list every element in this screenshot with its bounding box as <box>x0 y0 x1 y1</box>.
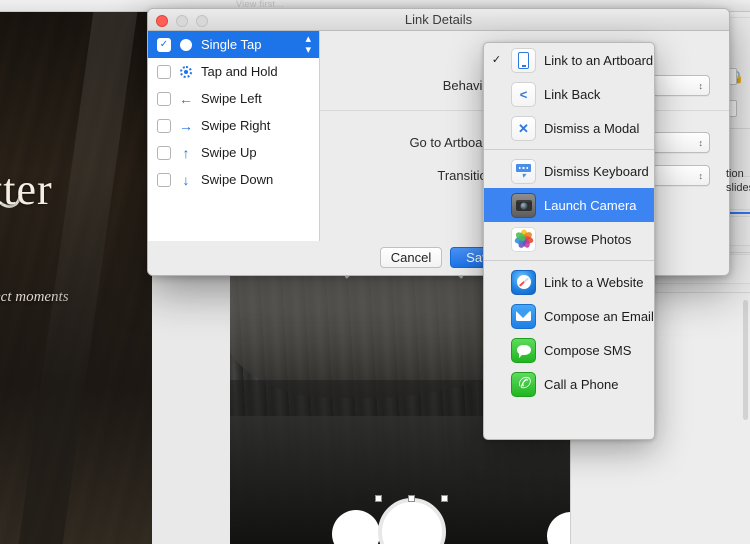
menu-item-label: Dismiss Keyboard <box>544 164 649 179</box>
messages-icon <box>511 338 536 363</box>
selection-handle[interactable] <box>375 495 382 502</box>
artboard-arc-shape <box>320 252 488 420</box>
menu-item-label: Dismiss a Modal <box>544 121 639 136</box>
gesture-checkbox[interactable] <box>157 146 171 160</box>
gesture-row-swipe-right[interactable]: → Swipe Right <box>148 112 319 139</box>
gesture-list: ✓ Single Tap ▴▾ Tap and Hold ← Swipe Lef… <box>148 31 320 241</box>
menu-item-label: Link to an Artboard <box>544 53 653 68</box>
dialog-title: Link Details <box>405 12 472 27</box>
menu-item-label: Link Back <box>544 87 600 102</box>
transition-label: Transition <box>320 168 500 183</box>
menu-item-dismiss-keyboard[interactable]: ▾ Dismiss Keyboard <box>484 154 654 188</box>
gesture-row-swipe-up[interactable]: ↑ Swipe Up <box>148 139 319 166</box>
gesture-row-tap-and-hold[interactable]: Tap and Hold <box>148 58 319 85</box>
arrow-up-icon: ↑ <box>171 146 201 160</box>
gesture-checkbox[interactable] <box>157 173 171 187</box>
cancel-button[interactable]: Cancel <box>380 247 442 268</box>
gesture-row-single-tap[interactable]: ✓ Single Tap ▴▾ <box>148 31 319 58</box>
menu-item-compose-an-email[interactable]: Compose an Email <box>484 299 654 333</box>
artboard-photo-left[interactable]: tter rfect moments <box>0 12 152 544</box>
photos-icon <box>511 227 536 252</box>
gesture-checkbox[interactable] <box>157 92 171 106</box>
menu-item-label: Call a Phone <box>544 377 618 392</box>
arrow-down-icon: ↓ <box>171 173 201 187</box>
gesture-label: Single Tap <box>201 37 305 52</box>
window-controls <box>156 15 208 27</box>
menu-item-link-to-a-website[interactable]: Link to a Website <box>484 265 654 299</box>
gesture-label: Swipe Right <box>201 118 319 133</box>
arrow-left-icon: ← <box>171 92 201 106</box>
gesture-label: Swipe Up <box>201 145 319 160</box>
minimize-button[interactable] <box>176 15 188 27</box>
left-photo-subline: rfect moments <box>0 289 69 306</box>
left-photo-headline: tter <box>0 164 53 215</box>
gesture-label: Swipe Down <box>201 172 319 187</box>
menu-item-label: Link to a Website <box>544 275 643 290</box>
arrow-right-icon: → <box>171 119 201 133</box>
gesture-stepper[interactable]: ▴▾ <box>305 34 311 56</box>
menu-item-link-to-an-artboard[interactable]: ✓ Link to an Artboard <box>484 43 654 77</box>
gesture-checkbox[interactable] <box>157 65 171 79</box>
inspector-text-fragment-2: tion <box>726 168 744 180</box>
menu-item-label: Launch Camera <box>544 198 637 213</box>
close-button[interactable] <box>156 15 168 27</box>
safari-icon <box>511 270 536 295</box>
camera-icon <box>511 193 536 218</box>
gesture-label: Swipe Left <box>201 91 319 106</box>
tap-dot-icon <box>171 39 201 51</box>
menu-item-compose-sms[interactable]: Compose SMS <box>484 333 654 367</box>
phone-call-icon <box>511 372 536 397</box>
chevron-left-icon: < <box>511 82 536 107</box>
gesture-checkbox[interactable] <box>157 119 171 133</box>
dialog-titlebar[interactable]: Link Details <box>148 9 729 31</box>
inspector-text-fragment-3: slides it in <box>726 182 750 194</box>
gesture-label: Tap and Hold <box>201 64 319 79</box>
mail-icon <box>511 304 536 329</box>
screen: tter rfect moments Position 157 🔒 <box>0 0 750 544</box>
tap-hold-dot-icon <box>171 66 201 78</box>
go-to-artboard-label: Go to Artboard <box>320 135 500 150</box>
chevron-updown-icon: ↕ <box>699 138 704 148</box>
menu-separator <box>484 149 654 150</box>
menu-item-label: Compose an Email <box>544 309 654 324</box>
menu-item-dismiss-a-modal[interactable]: ✕ Dismiss a Modal <box>484 111 654 145</box>
menu-item-launch-camera[interactable]: Launch Camera <box>484 188 654 222</box>
phone-artboard-icon <box>511 48 536 73</box>
gesture-checkbox[interactable]: ✓ <box>157 38 171 52</box>
maximize-button[interactable] <box>196 15 208 27</box>
menu-item-browse-photos[interactable]: Browse Photos <box>484 222 654 256</box>
selection-handle[interactable] <box>408 495 415 502</box>
gesture-row-swipe-down[interactable]: ↓ Swipe Down <box>148 166 319 193</box>
gesture-row-swipe-left[interactable]: ← Swipe Left <box>148 85 319 112</box>
menu-item-link-back[interactable]: < Link Back <box>484 77 654 111</box>
selection-handle[interactable] <box>441 495 448 502</box>
inspector-scrollbar[interactable] <box>743 300 748 420</box>
menu-item-label: Compose SMS <box>544 343 631 358</box>
menu-item-label: Browse Photos <box>544 232 631 247</box>
menu-separator <box>484 260 654 261</box>
menu-item-call-a-phone[interactable]: Call a Phone <box>484 367 654 401</box>
checkmark-icon: ✓ <box>490 55 503 66</box>
behavior-dropdown-menu: ✓ Link to an Artboard < Link Back ✕ Dism… <box>483 42 655 440</box>
chevron-updown-icon: ↕ <box>699 171 704 181</box>
behavior-label: Behavior <box>320 78 500 93</box>
chevron-updown-icon: ↕ <box>699 81 704 91</box>
close-x-icon: ✕ <box>511 116 536 141</box>
keyboard-icon: ▾ <box>511 159 536 184</box>
